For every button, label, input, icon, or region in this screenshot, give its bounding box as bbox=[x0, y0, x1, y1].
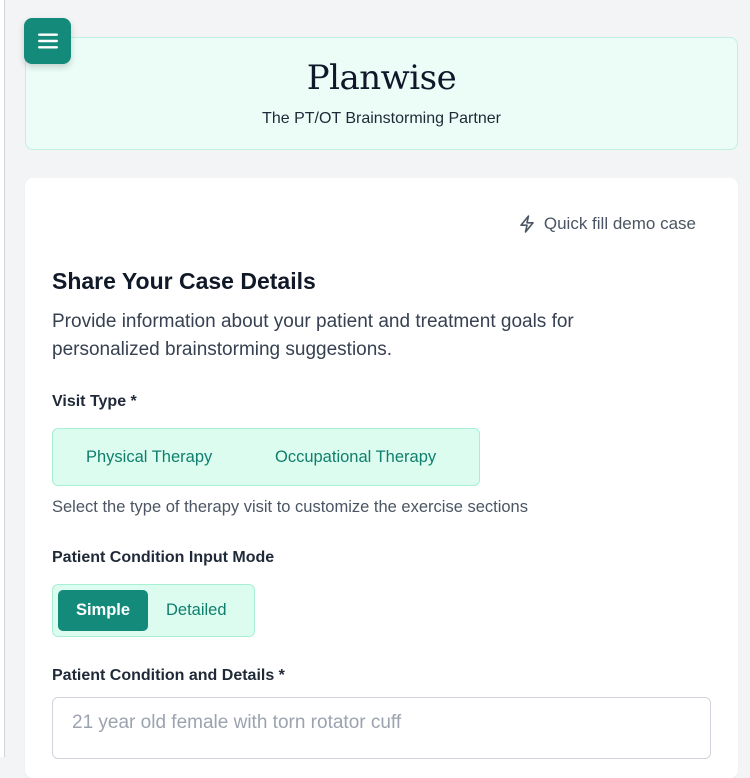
input-mode-toggle: Simple Detailed bbox=[52, 584, 255, 637]
app-title: Planwise bbox=[306, 58, 457, 98]
mode-simple-button[interactable]: Simple bbox=[58, 590, 148, 631]
section-title: Share Your Case Details bbox=[52, 268, 316, 294]
input-mode-label: Patient Condition Input Mode bbox=[52, 549, 275, 566]
lightning-icon bbox=[520, 215, 534, 233]
header-card: Planwise The PT/OT Brainstorming Partner bbox=[25, 37, 738, 150]
page-edge bbox=[0, 0, 5, 757]
condition-label: Patient Condition and Details * bbox=[52, 667, 285, 684]
condition-input[interactable] bbox=[52, 697, 711, 759]
menu-button[interactable] bbox=[24, 18, 71, 64]
visit-option-physical-therapy[interactable]: Physical Therapy bbox=[86, 448, 212, 467]
app-subtitle: The PT/OT Brainstorming Partner bbox=[262, 110, 501, 127]
visit-type-label: Visit Type * bbox=[52, 393, 137, 410]
visit-type-helper: Select the type of therapy visit to cust… bbox=[52, 498, 528, 516]
quick-fill-button[interactable]: Quick fill demo case bbox=[519, 214, 696, 234]
menu-icon bbox=[37, 33, 58, 49]
visit-option-occupational-therapy[interactable]: Occupational Therapy bbox=[275, 448, 436, 467]
section-description: Provide information about your patient a… bbox=[52, 311, 574, 360]
visit-type-toggle: Physical Therapy Occupational Therapy bbox=[52, 428, 480, 486]
case-form-card: Quick fill demo case Share Your Case Det… bbox=[25, 178, 738, 778]
quick-fill-label: Quick fill demo case bbox=[543, 214, 696, 233]
mode-detailed-button[interactable]: Detailed bbox=[166, 601, 227, 620]
